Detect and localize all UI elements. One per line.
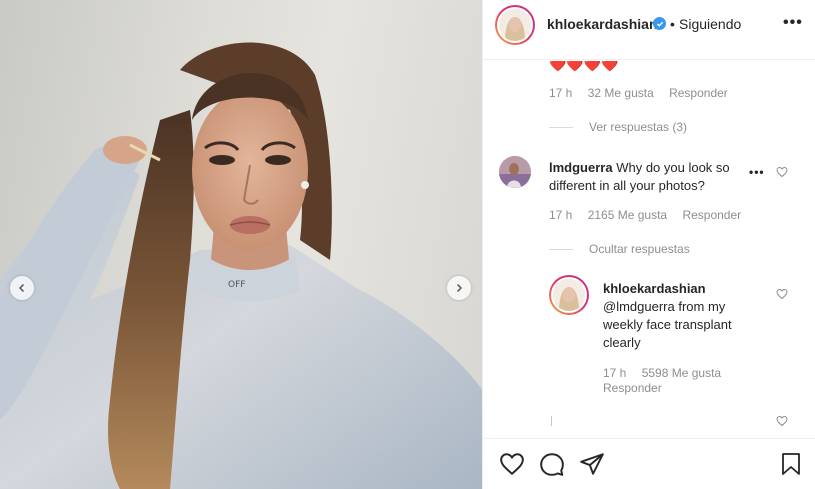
view-replies-button[interactable]: Ver respuestas (3): [549, 120, 687, 134]
chevron-left-icon: [18, 283, 25, 293]
verified-badge-icon: [653, 17, 666, 30]
reply-meta: 17 h 5598 Me gusta Responder: [603, 366, 753, 396]
comment-likes[interactable]: 32 Me gusta: [588, 86, 654, 100]
next-image-button[interactable]: [447, 276, 471, 300]
prev-image-button[interactable]: [10, 276, 34, 300]
reply-button[interactable]: Responder: [682, 208, 741, 222]
divider: [549, 248, 573, 250]
post-actions-bar: [483, 438, 815, 489]
reply-button[interactable]: Responder: [603, 381, 662, 395]
author-username[interactable]: khloekardashian: [547, 16, 658, 32]
avatar-image: [499, 9, 531, 41]
divider: [549, 126, 573, 128]
post-image[interactable]: OFF: [0, 0, 482, 489]
header-separator: •: [670, 16, 675, 32]
comment-like-icon[interactable]: [776, 166, 788, 178]
reply-username[interactable]: khloekardashian: [603, 281, 706, 296]
post-header: khloekardashian • Siguiendo •••: [483, 0, 815, 60]
next-comment-edge: [551, 416, 552, 426]
commenter-avatar[interactable]: [499, 156, 531, 188]
comment-username[interactable]: lmdguerra: [549, 160, 613, 175]
collar-logo: OFF: [228, 280, 245, 290]
comment-meta: 17 h 2165 Me gusta Responder: [549, 208, 753, 222]
reply-body: khloekardashian @lmdguerra from my weekl…: [603, 280, 753, 352]
hide-replies-label: Ocultar respuestas: [589, 242, 690, 256]
comment-options-button[interactable]: •••: [749, 165, 765, 179]
reply-button[interactable]: Responder: [669, 86, 728, 100]
following-button[interactable]: Siguiendo: [679, 16, 741, 32]
reply-author-avatar[interactable]: [549, 275, 589, 315]
comment-icon[interactable]: [539, 451, 565, 477]
reply-like-icon[interactable]: [776, 288, 788, 300]
post-side-panel: khloekardashian • Siguiendo ••• ❤️❤️❤️❤️…: [482, 0, 815, 489]
author-avatar[interactable]: [495, 5, 535, 45]
post-photo: OFF: [0, 42, 482, 489]
comment-time[interactable]: 17 h: [549, 86, 572, 100]
commenter-avatar[interactable]: [501, 61, 531, 67]
paper-plane-icon[interactable]: [579, 451, 605, 477]
prev-comment-meta: 17 h 32 Me gusta Responder: [549, 86, 740, 100]
comments-list: ❤️❤️❤️❤️ 17 h 32 Me gusta Responder Ver …: [483, 61, 815, 438]
view-replies-label: Ver respuestas (3): [589, 120, 688, 134]
bookmark-icon[interactable]: [779, 451, 803, 477]
comment-time[interactable]: 17 h: [549, 208, 572, 222]
chevron-right-icon: [456, 283, 463, 293]
hide-replies-button[interactable]: Ocultar respuestas: [549, 242, 690, 256]
post-options-button[interactable]: •••: [783, 14, 803, 32]
comment-like-icon[interactable]: [776, 415, 788, 427]
emoji-comment-text: ❤️❤️❤️❤️: [549, 61, 619, 72]
comment-likes[interactable]: 2165 Me gusta: [588, 208, 667, 222]
comment-body: lmdguerra Why do you look so different i…: [549, 159, 735, 195]
heart-icon[interactable]: [499, 451, 525, 477]
reply-mention[interactable]: @lmdguerra: [603, 299, 675, 314]
reply-time[interactable]: 17 h: [603, 366, 626, 380]
avatar-image: [553, 279, 585, 311]
reply-likes[interactable]: 5598 Me gusta: [642, 366, 721, 380]
